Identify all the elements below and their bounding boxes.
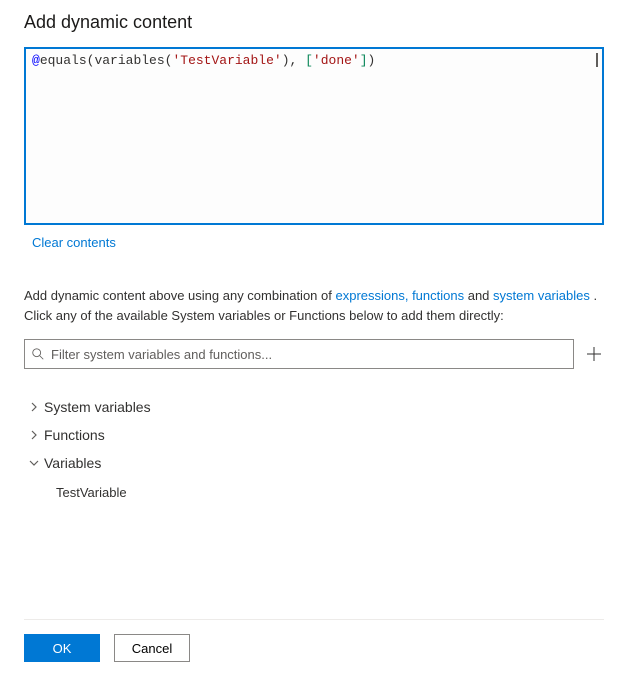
expression-editor[interactable]: @equals(variables('TestVariable'), ['don… — [24, 47, 604, 225]
dialog-title: Add dynamic content — [24, 12, 604, 33]
editor-marker — [596, 53, 598, 67]
code-bracket: ] — [360, 53, 368, 68]
code-fn-variables: variables — [94, 53, 164, 68]
expressions-functions-link[interactable]: expressions, functions — [335, 288, 464, 303]
code-string: 'TestVariable' — [172, 53, 281, 68]
hint-text: Add dynamic content above using any comb… — [24, 286, 604, 325]
code-comma: , — [290, 53, 306, 68]
code-bracket: [ — [305, 53, 313, 68]
tree-list: System variables Functions Variables Tes… — [24, 393, 604, 506]
add-button[interactable] — [584, 344, 604, 364]
code-paren: ) — [368, 53, 376, 68]
plus-icon — [586, 346, 602, 362]
tree-item-label: Variables — [44, 455, 101, 471]
hint-mid: and — [464, 288, 493, 303]
dialog-footer: OK Cancel — [24, 619, 604, 680]
code-at: @ — [32, 53, 40, 68]
tree-item-functions[interactable]: Functions — [24, 421, 604, 449]
tree-subitem-testvariable[interactable]: TestVariable — [24, 477, 604, 506]
code-paren: ) — [282, 53, 290, 68]
tree-item-variables[interactable]: Variables — [24, 449, 604, 477]
tree-item-label: Functions — [44, 427, 105, 443]
system-variables-link[interactable]: system variables — [493, 288, 590, 303]
chevron-right-icon — [24, 402, 44, 412]
cancel-button[interactable]: Cancel — [114, 634, 190, 662]
code-fn-equals: equals — [40, 53, 87, 68]
filter-input[interactable] — [51, 347, 567, 362]
chevron-right-icon — [24, 430, 44, 440]
chevron-down-icon — [24, 458, 44, 468]
ok-button[interactable]: OK — [24, 634, 100, 662]
clear-contents-link[interactable]: Clear contents — [32, 235, 604, 250]
hint-prefix: Add dynamic content above using any comb… — [24, 288, 335, 303]
code-string: 'done' — [313, 53, 360, 68]
tree-item-label: System variables — [44, 399, 151, 415]
filter-input-wrapper[interactable] — [24, 339, 574, 369]
tree-item-system-variables[interactable]: System variables — [24, 393, 604, 421]
search-icon — [31, 347, 45, 361]
